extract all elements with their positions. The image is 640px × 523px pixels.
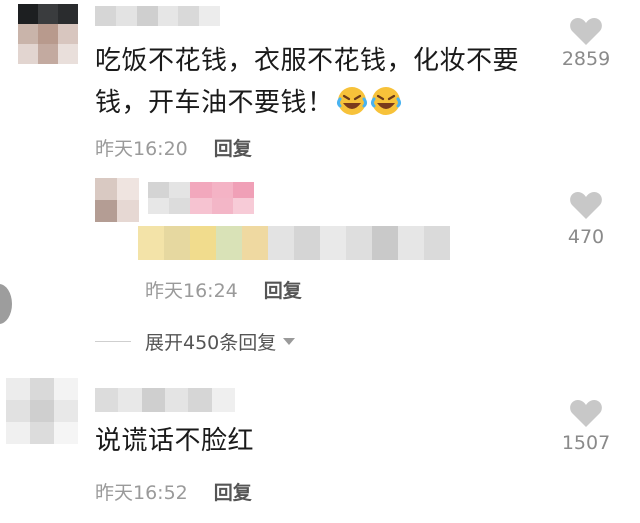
rolling-on-floor-laughing-icon: [336, 87, 367, 115]
like-button[interactable]: 470: [546, 190, 626, 248]
comment-meta: 昨天16:20 回复: [95, 134, 252, 161]
comment-text-line: 吃饭不花钱，衣服不花钱，化妆不要: [95, 46, 520, 76]
comment-text: 说谎话不脸红: [95, 426, 255, 456]
comment-meta: 昨天16:52 回复: [95, 478, 252, 505]
expand-replies-label: 展开450条回复: [145, 332, 277, 354]
username[interactable]: [148, 182, 254, 214]
reply-button[interactable]: 回复: [214, 482, 252, 504]
scroll-handle[interactable]: [0, 284, 12, 324]
divider-line: [95, 341, 131, 342]
like-button[interactable]: 2859: [546, 16, 626, 70]
heart-icon: [570, 399, 602, 427]
timestamp: 昨天16:20: [95, 138, 188, 160]
username[interactable]: [95, 388, 235, 412]
expand-replies-button[interactable]: 展开450条回复: [95, 328, 296, 355]
chevron-down-icon: [283, 337, 296, 345]
timestamp: 昨天16:52: [95, 482, 188, 504]
timestamp: 昨天16:24: [145, 280, 238, 302]
avatar[interactable]: [95, 178, 139, 222]
heart-icon: [570, 191, 602, 219]
comment-meta: 昨天16:24 回复: [145, 276, 302, 303]
avatar[interactable]: [18, 4, 78, 64]
reply-text-pixelated: [138, 226, 450, 260]
like-button[interactable]: 1507: [546, 398, 626, 454]
reply-button[interactable]: 回复: [214, 138, 252, 160]
heart-icon: [570, 17, 602, 45]
avatar[interactable]: [6, 378, 78, 444]
comment-text-line: 钱，开车油不要钱！: [95, 82, 555, 124]
rolling-on-floor-laughing-icon: [370, 87, 401, 115]
like-count: 2859: [561, 48, 611, 70]
like-count: 1507: [561, 432, 611, 454]
like-count: 470: [567, 226, 605, 248]
username[interactable]: [95, 6, 220, 26]
reply-button[interactable]: 回复: [264, 280, 302, 302]
comment-text: 吃饭不花钱，衣服不花钱，化妆不要 钱，开车油不要钱！: [95, 40, 555, 124]
